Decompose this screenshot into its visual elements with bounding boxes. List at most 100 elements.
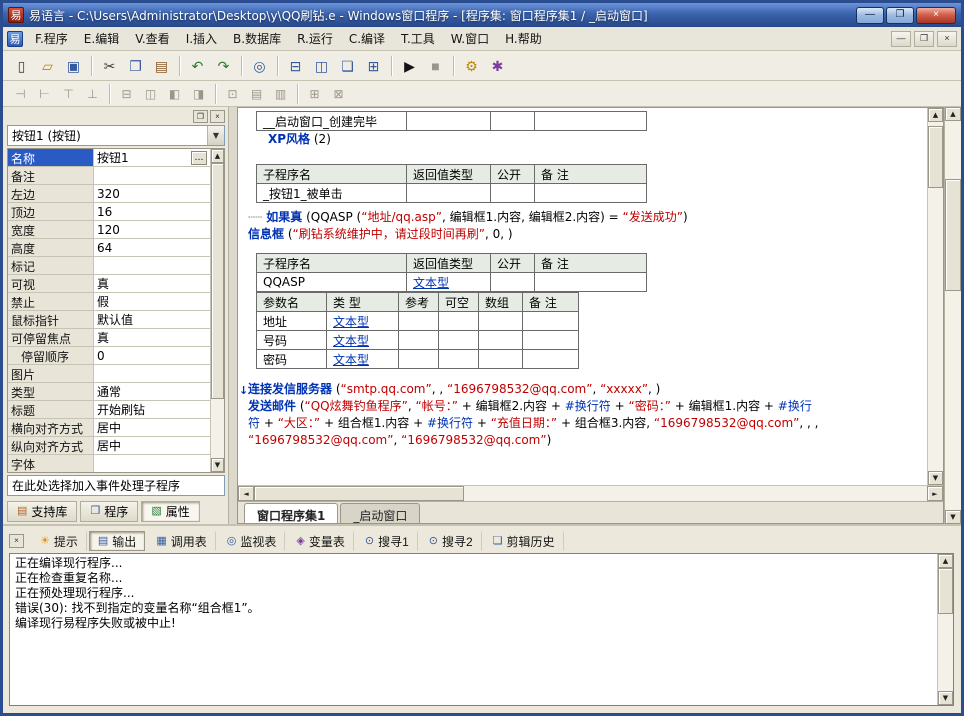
code-line[interactable]: XP风格 (2): [238, 131, 927, 148]
scrollbar-thumb[interactable]: [938, 568, 953, 614]
property-value[interactable]: 假: [94, 293, 210, 310]
cut-button[interactable]: ✂: [97, 54, 122, 78]
panel-tab-clip-history[interactable]: ❏剪辑历史: [484, 531, 564, 551]
editor-tab[interactable]: _启动窗口: [340, 503, 420, 523]
property-value[interactable]: 真: [94, 275, 210, 292]
tile-horizontal-button[interactable]: ⊟: [283, 54, 308, 78]
scroll-right-icon[interactable]: ►: [927, 486, 943, 501]
cascade-windows-button[interactable]: ❏: [335, 54, 360, 78]
undo-button[interactable]: ↶: [185, 54, 210, 78]
mdi-restore-button[interactable]: ❐: [914, 31, 934, 47]
property-row[interactable]: 鼠标指针默认值: [8, 311, 210, 329]
property-row[interactable]: 标记: [8, 257, 210, 275]
datatype-link[interactable]: 文本型: [333, 334, 369, 348]
code-line[interactable]: ┄┄ 如果真 (QQASP (“地址/qq.asp”, 编辑框1.内容, 编辑框…: [238, 209, 927, 226]
property-row[interactable]: 停留顺序0: [8, 347, 210, 365]
property-value[interactable]: [94, 455, 210, 472]
property-row[interactable]: 高度64: [8, 239, 210, 257]
menu-item[interactable]: F.程序: [27, 27, 76, 50]
editor-tab[interactable]: 窗口程序集1: [244, 503, 338, 523]
editor-content[interactable]: __启动窗口_创建完毕XP风格 (2)子程序名返回值类型公开备 注_按钮1_被单…: [238, 108, 927, 485]
new-file-button[interactable]: ▯: [9, 54, 34, 78]
tile-vertical-button[interactable]: ◫: [309, 54, 334, 78]
chevron-down-icon[interactable]: ▼: [207, 126, 224, 145]
scroll-down-icon[interactable]: ▼: [211, 458, 224, 472]
inspector-tab-properties[interactable]: ▧属性: [141, 501, 199, 522]
scroll-left-icon[interactable]: ◄: [238, 486, 254, 501]
property-value[interactable]: 120: [94, 221, 210, 238]
find-button[interactable]: ◎: [247, 54, 272, 78]
open-file-button[interactable]: ▱: [35, 54, 60, 78]
property-value[interactable]: 开始刷钻: [94, 401, 210, 418]
property-value[interactable]: 64: [94, 239, 210, 256]
property-row[interactable]: 备注: [8, 167, 210, 185]
scroll-up-icon[interactable]: ▲: [938, 554, 953, 568]
editor-vertical-scrollbar[interactable]: ▲ ▼: [927, 108, 943, 485]
compile-run-button[interactable]: ✱: [485, 54, 510, 78]
run-button[interactable]: ▶: [397, 54, 422, 78]
datatype-link[interactable]: 文本型: [333, 315, 369, 329]
panel-tab-call-table[interactable]: ▦调用表: [147, 531, 215, 551]
code-line[interactable]: 发送邮件 (“QQ炫舞钓鱼程序”, “帐号：” + 编辑框2.内容 + #换行符…: [238, 398, 927, 415]
mdi-minimize-button[interactable]: —: [891, 31, 911, 47]
code-line[interactable]: 符 + “大区：” + 组合框1.内容 + #换行符 + “充值日期：” + 组…: [238, 415, 927, 432]
scroll-up-icon[interactable]: ▲: [211, 149, 224, 163]
property-value[interactable]: 按钮1…: [94, 149, 210, 166]
menu-item[interactable]: W.窗口: [443, 27, 497, 50]
scroll-down-icon[interactable]: ▼: [938, 691, 953, 705]
arrange-windows-button[interactable]: ⊞: [361, 54, 386, 78]
property-row[interactable]: 禁止假: [8, 293, 210, 311]
property-row[interactable]: 左边320: [8, 185, 210, 203]
property-row[interactable]: 横向对齐方式居中: [8, 419, 210, 437]
property-value[interactable]: 0: [94, 347, 210, 364]
inspector-float-button[interactable]: ❐: [193, 110, 208, 123]
code-line[interactable]: 信息框 (“刷钻系统维护中，请过段时间再刷”, 0, ): [238, 226, 927, 243]
property-value[interactable]: 默认值: [94, 311, 210, 328]
scrollbar-thumb[interactable]: [945, 179, 961, 291]
ellipsis-button[interactable]: …: [191, 151, 207, 165]
scroll-down-icon[interactable]: ▼: [945, 510, 961, 524]
panel-tab-variable-table[interactable]: ◈变量表: [287, 531, 353, 551]
scrollbar-thumb[interactable]: [211, 163, 224, 399]
mdi-close-button[interactable]: ×: [937, 31, 957, 47]
menu-item[interactable]: I.插入: [178, 27, 225, 50]
code-line[interactable]: “1696798532@qq.com”, “1696798532@qq.com”…: [238, 432, 927, 449]
property-value[interactable]: 16: [94, 203, 210, 220]
property-row[interactable]: 名称按钮1…: [8, 149, 210, 167]
panel-tab-hint[interactable]: ☀提示: [31, 531, 87, 551]
property-row[interactable]: 纵向对齐方式居中: [8, 437, 210, 455]
property-row[interactable]: 图片: [8, 365, 210, 383]
property-row[interactable]: 顶边16: [8, 203, 210, 221]
property-value[interactable]: [94, 257, 210, 274]
scroll-down-icon[interactable]: ▼: [928, 471, 943, 485]
panel-tab-search2[interactable]: ⊙搜寻2: [420, 531, 482, 551]
menu-item[interactable]: H.帮助: [497, 27, 550, 50]
copy-button[interactable]: ❐: [123, 54, 148, 78]
datatype-link[interactable]: 文本型: [413, 276, 449, 290]
property-value[interactable]: [94, 167, 210, 184]
menu-item[interactable]: T.工具: [393, 27, 443, 50]
menu-item[interactable]: V.查看: [127, 27, 177, 50]
inspector-tab-program[interactable]: ❐程序: [80, 501, 138, 522]
minimize-button[interactable]: —: [856, 7, 884, 24]
property-value[interactable]: 居中: [94, 419, 210, 436]
property-row[interactable]: 可视真: [8, 275, 210, 293]
property-value[interactable]: 真: [94, 329, 210, 346]
property-row[interactable]: 标题开始刷钻: [8, 401, 210, 419]
panel-tab-watch-table[interactable]: ◎监视表: [218, 531, 286, 551]
property-value[interactable]: 通常: [94, 383, 210, 400]
property-row[interactable]: 字体: [8, 455, 210, 472]
event-handler-combobox[interactable]: 在此处选择加入事件处理子程序: [7, 475, 225, 496]
output-scrollbar[interactable]: ▲ ▼: [937, 554, 953, 705]
code-line[interactable]: ↓连接发信服务器 (“smtp.qq.com”, , “1696798532@q…: [238, 381, 927, 398]
scrollbar-thumb[interactable]: [254, 486, 464, 501]
datatype-link[interactable]: 文本型: [333, 353, 369, 367]
close-button[interactable]: ×: [916, 7, 956, 24]
save-button[interactable]: ▣: [61, 54, 86, 78]
inspector-close-button[interactable]: ×: [210, 110, 225, 123]
panel-splitter[interactable]: [229, 107, 237, 524]
menu-item[interactable]: E.编辑: [76, 27, 127, 50]
property-grid-scrollbar[interactable]: ▲ ▼: [210, 149, 224, 472]
property-value[interactable]: 320: [94, 185, 210, 202]
panel-close-button[interactable]: ×: [9, 534, 24, 548]
